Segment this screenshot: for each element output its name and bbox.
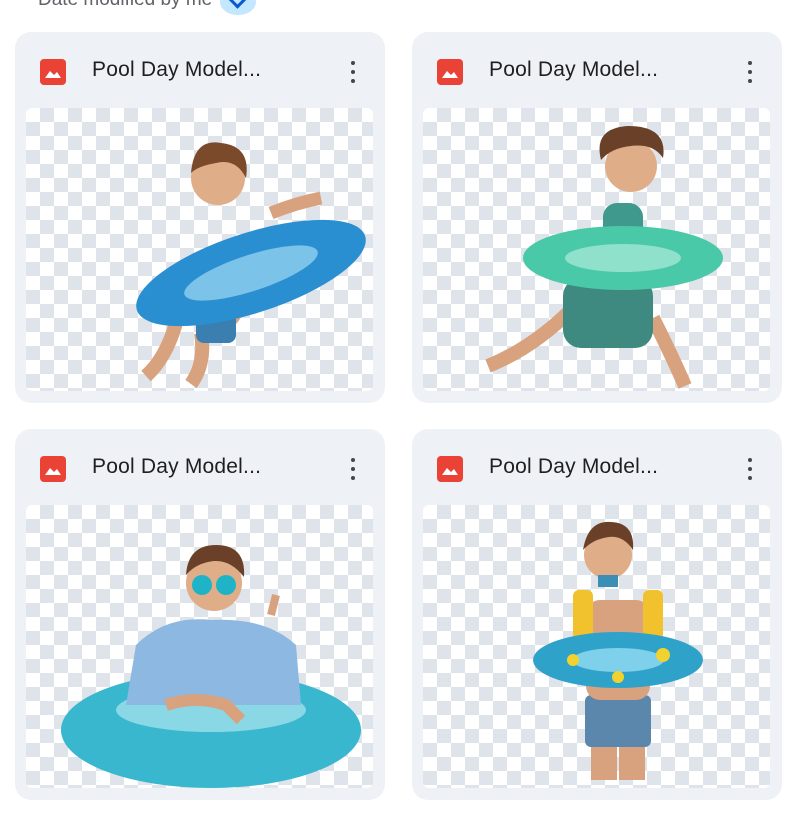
file-name: Pool Day Model... — [92, 455, 262, 478]
sort-label: Date modified by me — [38, 0, 212, 11]
file-thumbnail[interactable] — [423, 108, 770, 391]
file-card-header: Pool Day Model... — [15, 429, 385, 505]
more-vert-icon[interactable] — [740, 455, 760, 483]
file-name: Pool Day Model... — [92, 58, 262, 81]
sort-header: Date modified by me — [38, 0, 257, 15]
file-card-header: Pool Day Model... — [412, 32, 782, 108]
image-file-icon — [437, 59, 463, 85]
image-file-icon — [40, 59, 66, 85]
image-file-icon — [40, 456, 66, 482]
file-thumbnail[interactable] — [26, 108, 373, 391]
file-card-header: Pool Day Model... — [15, 32, 385, 108]
sort-direction-button[interactable] — [220, 0, 257, 15]
more-vert-icon[interactable] — [343, 455, 363, 483]
file-name: Pool Day Model... — [489, 58, 659, 81]
file-card[interactable]: Pool Day Model... — [15, 429, 385, 800]
more-vert-icon[interactable] — [343, 58, 363, 86]
file-card[interactable]: Pool Day Model... — [15, 32, 385, 403]
file-card[interactable]: Pool Day Model... — [412, 429, 782, 800]
file-thumbnail[interactable] — [423, 505, 770, 788]
file-card-header: Pool Day Model... — [412, 429, 782, 505]
file-name: Pool Day Model... — [489, 455, 659, 478]
more-vert-icon[interactable] — [740, 58, 760, 86]
file-thumbnail[interactable] — [26, 505, 373, 788]
image-file-icon — [437, 456, 463, 482]
file-card[interactable]: Pool Day Model... — [412, 32, 782, 403]
